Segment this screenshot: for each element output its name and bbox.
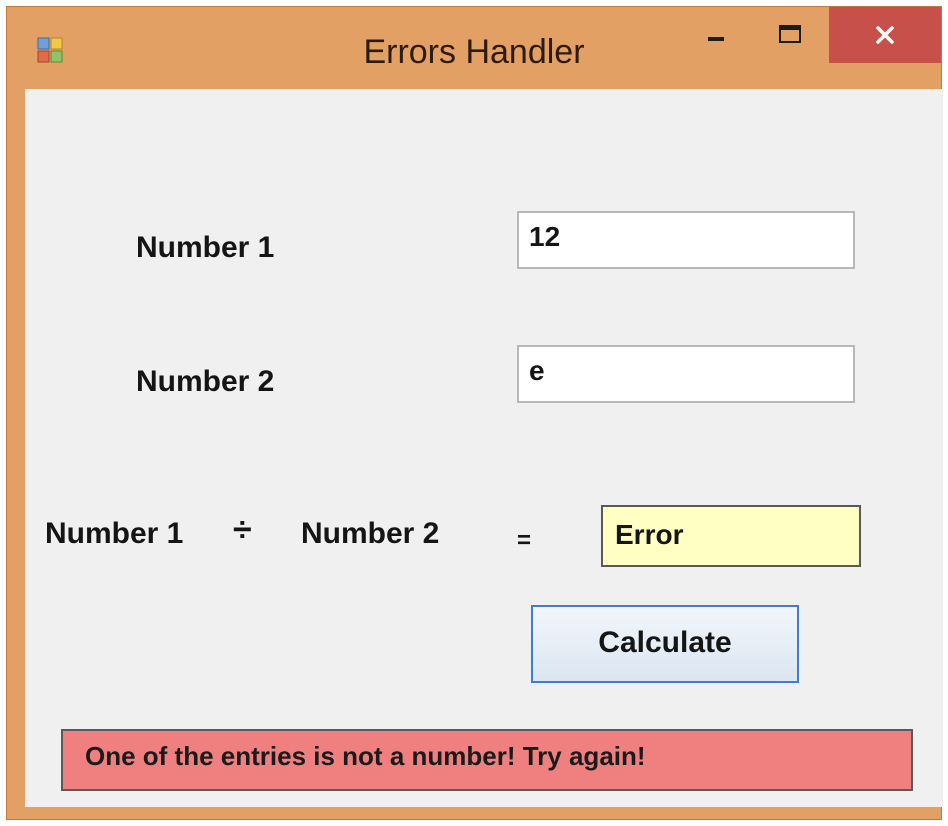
number1-label: Number 1 [136,231,275,264]
minimize-button[interactable] [691,7,741,63]
minimize-icon [708,37,724,41]
divide-symbol: ÷ [233,511,252,549]
maximize-button[interactable] [763,7,817,63]
app-window: Errors Handler Number 1 12 Number 2 e Nu… [6,6,943,820]
title-bar[interactable]: Errors Handler [7,7,941,89]
number1-input[interactable]: 12 [517,211,855,269]
close-icon [876,26,894,44]
number2-label: Number 2 [136,365,275,398]
maximize-icon [779,25,801,43]
number2-input[interactable]: e [517,345,855,403]
close-button[interactable] [829,7,941,63]
calculate-button[interactable]: Calculate [531,605,799,683]
result-output: Error [601,505,861,567]
equals-symbol: = [517,527,532,554]
expression-right-label: Number 2 [301,517,440,550]
error-message: One of the entries is not a number! Try … [61,729,913,791]
form-client-area: Number 1 12 Number 2 e Number 1 ÷ Number… [25,89,943,807]
expression-left-label: Number 1 [45,517,184,550]
